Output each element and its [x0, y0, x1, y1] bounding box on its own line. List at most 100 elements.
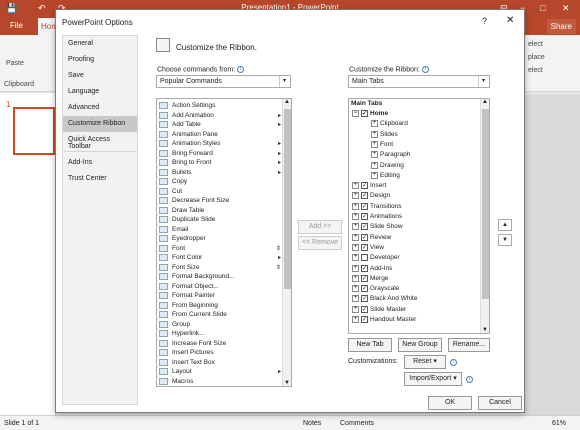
tree-item[interactable]: + ✓ Transitions: [352, 202, 402, 213]
expand-icon[interactable]: +: [371, 130, 378, 138]
zoom-level[interactable]: 61%: [552, 420, 566, 427]
expand-icon[interactable]: +: [352, 223, 359, 231]
command-item[interactable]: Bring to Front ▸: [159, 159, 283, 169]
expand-icon[interactable]: +: [352, 243, 359, 251]
command-item[interactable]: Format Object...: [159, 282, 283, 293]
command-item[interactable]: Bullets ▸: [159, 168, 283, 179]
command-item[interactable]: Layout ▸: [159, 368, 283, 378]
tab-checkbox[interactable]: ✓: [361, 233, 368, 241]
remove-button[interactable]: << Remove: [298, 236, 342, 250]
nav-proofing[interactable]: Proofing: [63, 52, 137, 68]
tree-item[interactable]: + ✓ Animations: [352, 213, 402, 223]
tab-checkbox[interactable]: ✓: [361, 285, 368, 293]
share-button[interactable]: Share: [546, 19, 576, 34]
expand-icon[interactable]: +: [352, 274, 359, 282]
expand-icon[interactable]: +: [352, 316, 359, 323]
cancel-button[interactable]: Cancel: [478, 396, 522, 410]
slide-thumbnail[interactable]: [13, 107, 55, 155]
tab-checkbox[interactable]: ✓: [361, 202, 368, 210]
tree-item[interactable]: + ✓ View: [352, 243, 384, 254]
tree-item[interactable]: − ✓ Home: [352, 110, 388, 120]
tree-item[interactable]: + ✓ Insert: [352, 182, 386, 192]
tree-item[interactable]: + ✓ Handout Master: [352, 316, 416, 326]
import-export-button[interactable]: Import/Export ▾: [404, 372, 462, 386]
command-item[interactable]: Font Color ▸: [159, 254, 283, 264]
nav-language[interactable]: Language: [63, 84, 137, 100]
dialog-close-icon[interactable]: ✕: [506, 15, 514, 26]
reset-button[interactable]: Reset ▾: [404, 355, 446, 369]
command-item[interactable]: Action Settings: [159, 102, 283, 112]
expand-icon[interactable]: +: [371, 171, 378, 179]
tab-checkbox[interactable]: ✓: [361, 264, 368, 272]
select-button[interactable]: elect: [528, 41, 543, 48]
tree-item[interactable]: + Paragraph: [371, 151, 410, 161]
command-item[interactable]: Font Size ⇕: [159, 263, 283, 274]
tab-checkbox[interactable]: [361, 254, 368, 262]
command-item[interactable]: Format Painter: [159, 292, 283, 302]
command-item[interactable]: Eyedropper: [159, 235, 283, 245]
tab-checkbox[interactable]: ✓: [361, 295, 368, 303]
tree-item[interactable]: + ✓ Slide Master: [352, 305, 406, 316]
customize-ribbon-select[interactable]: Main Tabs ▾: [348, 75, 490, 88]
tab-checkbox[interactable]: ✓: [361, 243, 368, 251]
nav-customize-ribbon[interactable]: Customize Ribbon: [63, 116, 137, 132]
scroll-thumb[interactable]: [482, 109, 489, 299]
slide-canvas[interactable]: [524, 95, 580, 415]
help-icon[interactable]: ?: [482, 16, 487, 26]
commands-list[interactable]: ▲ ▼ Action Settings Add Animation ▸ Add Tab…: [156, 98, 292, 387]
tree-item[interactable]: + Slides: [371, 130, 398, 141]
scroll-down-icon[interactable]: ▼: [481, 327, 489, 333]
scroll-up-icon[interactable]: ▲: [481, 99, 489, 105]
command-item[interactable]: Add Table ▸: [159, 121, 283, 131]
tree-item[interactable]: + Editing: [371, 171, 400, 182]
nav-general[interactable]: General: [63, 36, 137, 52]
command-item[interactable]: Animation Styles ▸: [159, 140, 283, 150]
command-item[interactable]: Macros: [159, 377, 283, 387]
paste-button[interactable]: Paste: [6, 60, 24, 67]
tree-item[interactable]: + Clipboard: [371, 120, 408, 130]
collapse-icon[interactable]: −: [352, 110, 359, 117]
tab-file[interactable]: File: [10, 21, 23, 30]
close-icon[interactable]: ✕: [562, 3, 570, 14]
tree-item[interactable]: + ✓ Grayscale: [352, 285, 399, 295]
expand-icon[interactable]: +: [371, 161, 378, 169]
scroll-down-icon[interactable]: ▼: [283, 380, 291, 386]
tree-item[interactable]: + ✓ Design: [352, 192, 390, 202]
select-menu-button[interactable]: elect: [528, 67, 543, 74]
choose-commands-select[interactable]: Popular Commands ▾: [156, 75, 291, 88]
tree-item[interactable]: + ✓ Add-Ins: [352, 264, 392, 275]
command-item[interactable]: Draw Table: [159, 206, 283, 217]
command-item[interactable]: Increase Font Size: [159, 339, 283, 350]
tab-checkbox[interactable]: ✓: [361, 192, 368, 200]
command-item[interactable]: Font ⇕: [159, 244, 283, 255]
command-item[interactable]: Format Background...: [159, 273, 283, 283]
nav-add-ins[interactable]: Add-Ins: [63, 155, 137, 171]
tab-checkbox[interactable]: ✓: [361, 182, 368, 190]
add-button[interactable]: Add >>: [298, 220, 342, 234]
new-group-button[interactable]: New Group: [398, 338, 442, 352]
expand-icon[interactable]: +: [352, 182, 359, 190]
command-item[interactable]: Duplicate Slide: [159, 216, 283, 226]
notes-button[interactable]: Notes: [303, 420, 321, 427]
nav-trust-center[interactable]: Trust Center: [63, 171, 137, 187]
tree-item[interactable]: + Font: [371, 140, 393, 151]
tab-checkbox[interactable]: ✓: [361, 274, 368, 282]
tab-checkbox[interactable]: ✓: [361, 213, 368, 220]
command-item[interactable]: Insert Text Box: [159, 358, 283, 369]
command-item[interactable]: Copy: [159, 178, 283, 188]
command-item[interactable]: Email: [159, 225, 283, 236]
expand-icon[interactable]: +: [352, 254, 359, 262]
tab-checkbox[interactable]: ✓: [361, 305, 368, 313]
expand-icon[interactable]: +: [371, 140, 378, 148]
main-tabs-tree[interactable]: Main Tabs ▲ ▼ − ✓ Home + Clipboard + Slides + Fo…: [348, 98, 490, 334]
expand-icon[interactable]: +: [352, 213, 359, 220]
expand-icon[interactable]: +: [352, 192, 359, 200]
command-item[interactable]: From Beginning: [159, 301, 283, 312]
command-item[interactable]: Hyperlink...: [159, 330, 283, 340]
tree-item[interactable]: + ✓ Black And White: [352, 295, 417, 305]
comments-button[interactable]: Comments: [340, 420, 374, 427]
tree-item[interactable]: + ✓ Merge: [352, 274, 388, 285]
command-item[interactable]: Cut: [159, 187, 283, 198]
new-tab-button[interactable]: New Tab: [348, 338, 392, 352]
tree-item[interactable]: + ✓ Slide Show: [352, 223, 403, 233]
